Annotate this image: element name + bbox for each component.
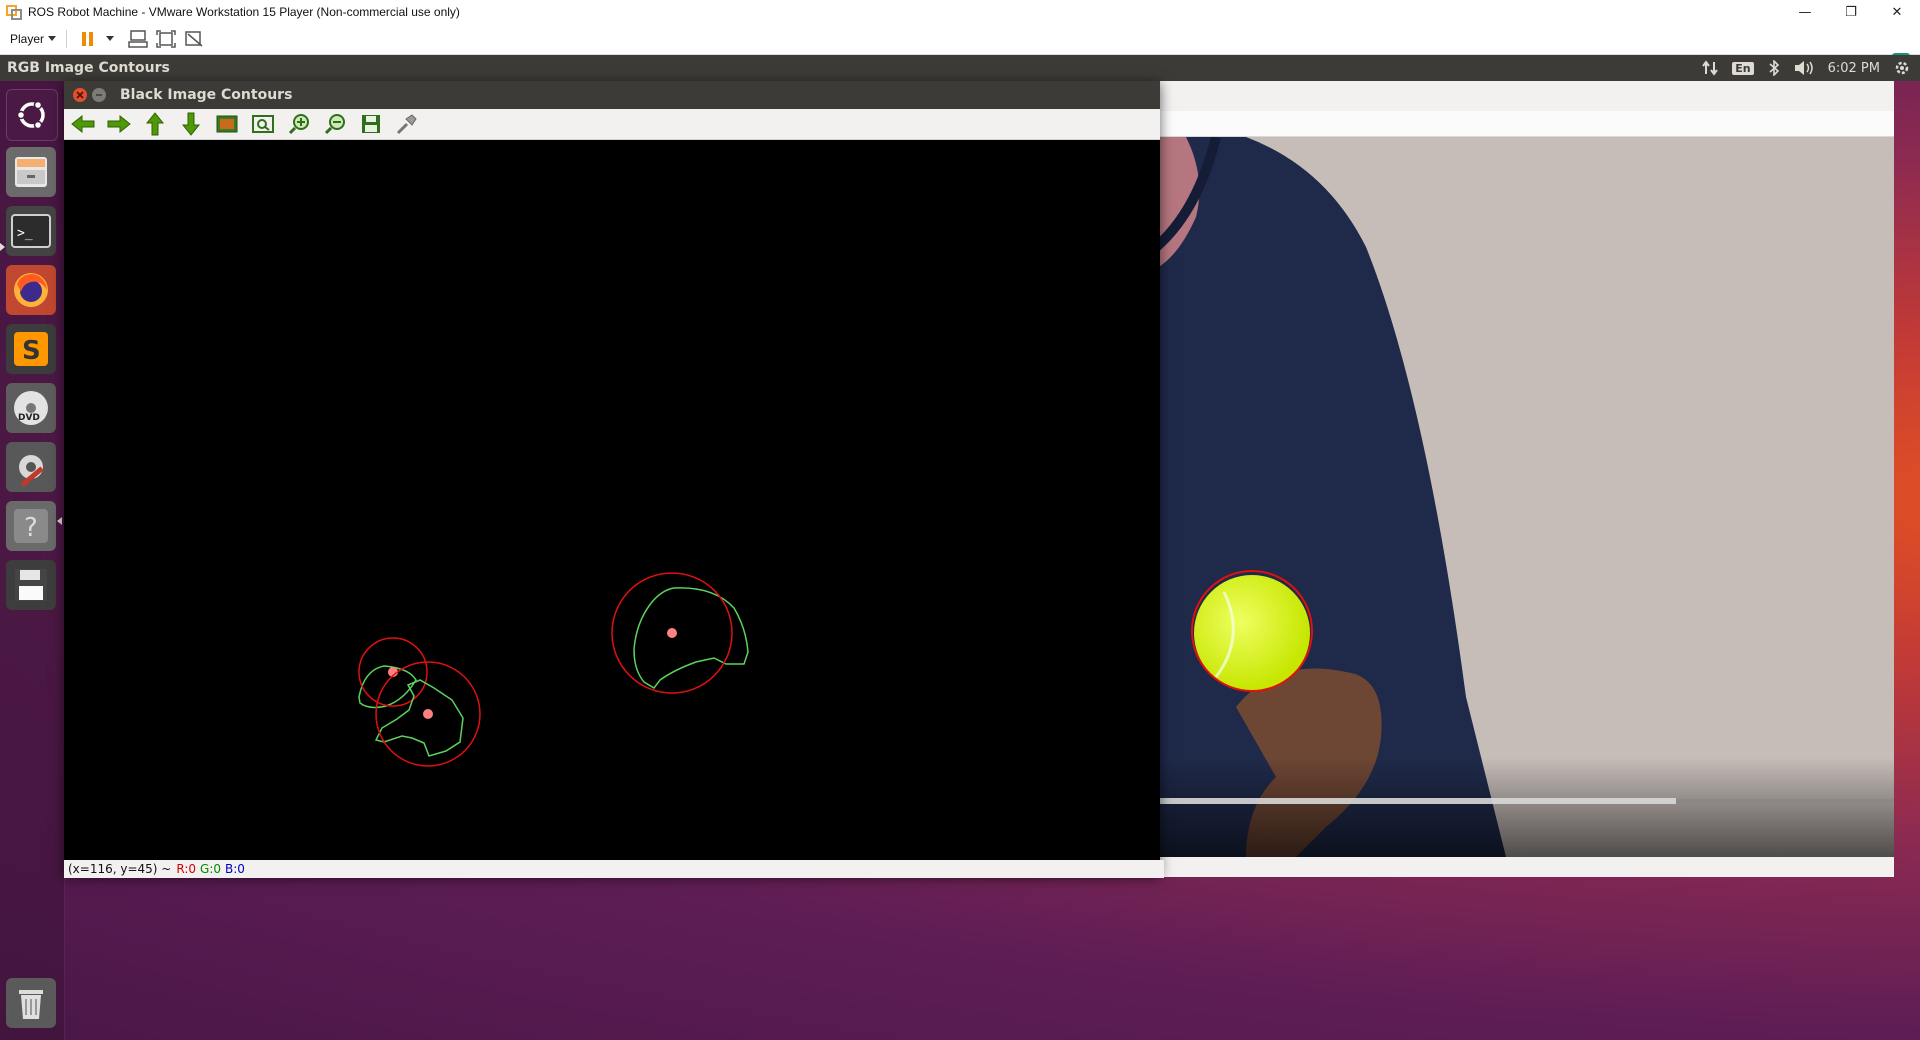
zoom-original-icon [216, 115, 238, 133]
launcher-terminal[interactable]: >_ [6, 206, 56, 256]
pause-icon [82, 32, 94, 46]
zoom-in-icon [288, 114, 309, 135]
pan-left-icon [71, 114, 95, 134]
settings-wrench-icon [19, 455, 44, 487]
firefox-icon [14, 273, 48, 307]
black-window-title: Black Image Contours [120, 87, 293, 103]
zoom-out-button[interactable] [320, 111, 350, 137]
centroid [423, 709, 433, 719]
contours-drawing [358, 572, 749, 767]
terminal-icon: >_ [11, 214, 51, 248]
pan-left-button[interactable] [68, 111, 98, 137]
keyboard-layout-indicator[interactable]: En [1732, 61, 1754, 75]
contour [358, 665, 417, 709]
clock[interactable]: 6:02 PM [1828, 61, 1880, 76]
launcher-trash[interactable] [6, 978, 56, 1028]
green-value: G:0 [200, 862, 221, 876]
pan-right-button[interactable] [104, 111, 134, 137]
minimize-button[interactable]: — [1782, 0, 1828, 24]
launcher-files[interactable] [6, 147, 56, 197]
bluetooth-icon[interactable] [1768, 60, 1780, 76]
launcher-sublime[interactable]: S [6, 324, 56, 374]
fullscreen-icon [156, 30, 176, 48]
file-cabinet-icon [15, 157, 47, 187]
contour [633, 587, 749, 689]
network-icon[interactable] [1702, 60, 1719, 76]
keyboard-computer-icon [128, 30, 148, 48]
close-button[interactable]: ✕ [1874, 0, 1920, 24]
player-menu-label: Player [10, 32, 45, 46]
launcher-firefox[interactable] [6, 265, 56, 315]
dvd-label: DVD [18, 413, 40, 423]
tennis-ball [1194, 575, 1310, 691]
zoom-out-icon [324, 114, 345, 135]
image-statusbar: (x=116, y=45) ~ R:0 G:0 B:0 [64, 860, 1164, 878]
zoom-fit-button[interactable] [248, 111, 278, 137]
unity-icon [185, 31, 203, 47]
window-title: ROS Robot Machine - VMware Workstation 1… [28, 5, 460, 19]
ubuntu-logo-icon [16, 100, 45, 130]
top-panel: RGB Image Contours En 6:02 PM [0, 55, 1920, 81]
zoom-original-button[interactable] [212, 111, 242, 137]
player-menu[interactable]: Player [10, 32, 57, 46]
contour [374, 679, 464, 757]
unity-button[interactable] [183, 28, 205, 50]
red-value: R:0 [176, 862, 197, 876]
chevron-down-icon [106, 36, 115, 41]
chevron-down-icon [48, 36, 57, 41]
cursor-coordinates: (x=116, y=45) ~ [68, 862, 172, 876]
pause-button[interactable] [77, 28, 99, 50]
pan-up-icon [145, 112, 165, 136]
launcher-ubuntu-dash[interactable] [6, 89, 58, 141]
volume-icon[interactable] [1794, 60, 1814, 76]
centroid [667, 628, 677, 638]
indicator-area: En 6:02 PM [1702, 55, 1910, 81]
help-glyph: ? [24, 513, 38, 543]
running-indicator [57, 517, 62, 525]
launcher-dvd[interactable]: DVD [6, 383, 56, 433]
vm-titlebar: ROS Robot Machine - VMware Workstation 1… [0, 0, 1920, 25]
zoom-fit-icon [252, 115, 274, 133]
active-window-title: RGB Image Contours [7, 60, 170, 76]
help-icon: ? [14, 509, 48, 543]
zoom-in-button[interactable] [284, 111, 314, 137]
properties-button[interactable] [392, 111, 422, 137]
launcher-system-settings[interactable] [6, 442, 56, 492]
guest-desktop: RGB Image Contours En 6:02 PM >_ S DVD ?… [0, 55, 1920, 1040]
launcher-help[interactable]: ? [6, 501, 56, 551]
pan-down-icon [181, 112, 201, 136]
save-image-button[interactable] [356, 111, 386, 137]
properties-icon [396, 114, 417, 135]
vmware-app-icon [6, 5, 22, 20]
save-icon [362, 115, 380, 133]
terminal-prompt-glyph: >_ [17, 226, 33, 241]
close-icon [76, 91, 84, 99]
launcher-save[interactable] [6, 560, 56, 610]
launcher: >_ S DVD ? [0, 81, 65, 1040]
running-indicator [0, 243, 5, 251]
window-minimize-button[interactable] [92, 88, 106, 102]
sublime-glyph: S [22, 336, 41, 366]
dvd-icon: DVD [14, 391, 48, 425]
toolbar-divider [66, 30, 68, 48]
trash-icon [19, 990, 43, 1019]
floppy-icon [15, 569, 47, 601]
minimize-icon [96, 94, 102, 96]
black-window-titlebar[interactable]: Black Image Contours [64, 81, 1160, 109]
blue-value: B:0 [225, 862, 245, 876]
full-screen-button[interactable] [155, 28, 177, 50]
black-image-canvas[interactable] [64, 140, 1160, 860]
pan-right-icon [107, 114, 131, 134]
black-image-window: Black Image Contours (x=116, y=45) ~ R:0… [64, 81, 1164, 878]
sublime-icon: S [14, 332, 48, 366]
image-view-toolbar [64, 109, 1160, 140]
vm-toolbar: Player [0, 24, 1920, 71]
pause-dropdown[interactable] [105, 28, 115, 50]
power-gear-icon[interactable] [1894, 60, 1910, 76]
window-close-button[interactable] [73, 88, 87, 102]
send-ctrl-alt-del-button[interactable] [127, 28, 149, 50]
pan-up-button[interactable] [140, 111, 170, 137]
pan-down-button[interactable] [176, 111, 206, 137]
restore-button[interactable]: ❐ [1828, 0, 1874, 24]
